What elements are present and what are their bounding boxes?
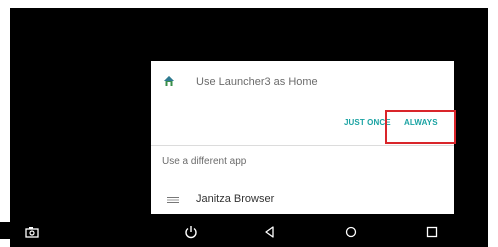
just-once-button[interactable]: JUST ONCE	[344, 118, 391, 127]
always-button[interactable]: ALWAYS	[404, 118, 438, 127]
default-home-dialog: Use Launcher3 as Home JUST ONCE ALWAYS U…	[151, 61, 454, 214]
screenshot-icon[interactable]	[24, 224, 40, 240]
home-icon	[164, 76, 174, 86]
use-different-app-label: Use a different app	[162, 156, 247, 167]
dialog-header: Use Launcher3 as Home	[151, 61, 454, 105]
navigation-bar	[0, 222, 478, 239]
app-label: Janitza Browser	[196, 193, 275, 205]
home-circle-icon[interactable]	[343, 224, 359, 240]
back-icon[interactable]	[262, 224, 278, 240]
recents-icon[interactable]	[424, 224, 440, 240]
app-item-janitza-browser[interactable]: Janitza Browser	[151, 185, 454, 214]
dialog-divider	[151, 145, 454, 146]
app-icon	[167, 197, 179, 203]
dialog-title: Use Launcher3 as Home	[196, 76, 318, 88]
power-icon[interactable]	[183, 224, 199, 240]
